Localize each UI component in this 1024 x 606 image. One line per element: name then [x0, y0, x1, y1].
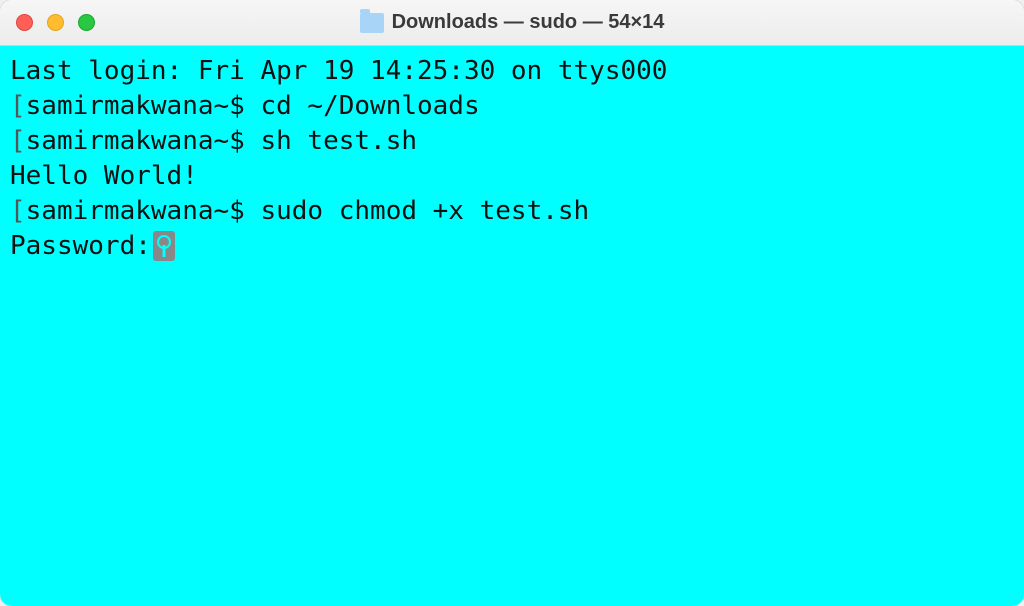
- prompt: samirmakwana~$: [26, 91, 261, 121]
- terminal-body[interactable]: Last login: Fri Apr 19 14:25:30 on ttys0…: [0, 46, 1024, 606]
- command: sh test.sh: [260, 126, 417, 156]
- minimize-button[interactable]: [47, 14, 64, 31]
- close-button[interactable]: [16, 14, 33, 31]
- prompt: samirmakwana~$: [26, 126, 261, 156]
- output-line: Hello World!: [10, 159, 1014, 194]
- titlebar[interactable]: Downloads — sudo — 54×14: [0, 0, 1024, 46]
- window-controls: [16, 14, 95, 31]
- command-line-2: [samirmakwana~$ sh test.sh: [10, 124, 1014, 159]
- key-icon: [153, 231, 175, 261]
- password-line: Password:: [10, 229, 1014, 264]
- last-login-line: Last login: Fri Apr 19 14:25:30 on ttys0…: [10, 54, 1014, 89]
- folder-icon: [360, 13, 384, 33]
- prompt-bracket: [: [10, 196, 26, 226]
- prompt-bracket: [: [10, 126, 26, 156]
- window-title: Downloads — sudo — 54×14: [392, 11, 665, 34]
- password-label: Password:: [10, 231, 151, 261]
- command-line-1: [samirmakwana~$ cd ~/Downloads: [10, 89, 1014, 124]
- command: cd ~/Downloads: [260, 91, 479, 121]
- prompt-bracket: [: [10, 91, 26, 121]
- maximize-button[interactable]: [78, 14, 95, 31]
- prompt: samirmakwana~$: [26, 196, 261, 226]
- command-line-3: [samirmakwana~$ sudo chmod +x test.sh: [10, 194, 1014, 229]
- terminal-window: Downloads — sudo — 54×14 Last login: Fri…: [0, 0, 1024, 606]
- title-center: Downloads — sudo — 54×14: [0, 11, 1024, 34]
- command: sudo chmod +x test.sh: [260, 196, 589, 226]
